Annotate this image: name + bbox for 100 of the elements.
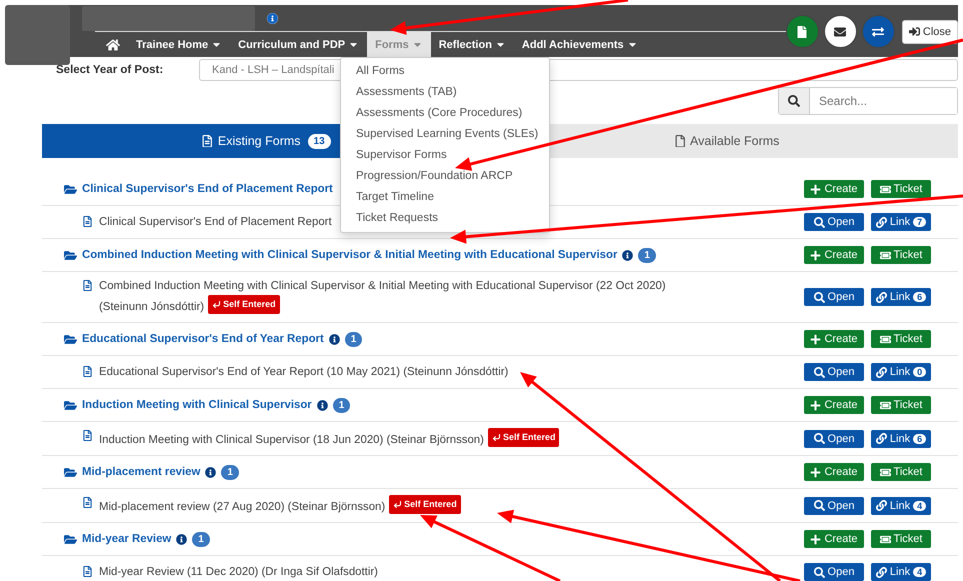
create-button[interactable]: Create bbox=[804, 180, 864, 198]
count-badge: 13 bbox=[308, 134, 331, 148]
info-icon[interactable] bbox=[205, 466, 216, 478]
link-button[interactable]: Link 0 bbox=[871, 363, 931, 381]
search-field[interactable]: Search... bbox=[778, 87, 958, 115]
link-button[interactable]: Link 4 bbox=[871, 563, 931, 581]
count-badge: 6 bbox=[913, 292, 926, 302]
self-entered-badge: Self Entered bbox=[488, 428, 560, 447]
search-icon bbox=[814, 566, 825, 578]
info-icon[interactable] bbox=[622, 250, 634, 260]
form-group-title[interactable]: Mid-placement review bbox=[82, 466, 200, 478]
file-icon bbox=[82, 216, 93, 226]
count-badge: 1 bbox=[221, 464, 239, 480]
form-group-title[interactable]: Educational Supervisor's End of Year Report bbox=[82, 333, 324, 345]
info-icon[interactable] bbox=[328, 334, 340, 344]
file-icon bbox=[674, 134, 686, 148]
menu-item[interactable]: Ticket Requests bbox=[341, 208, 549, 229]
form-group-title[interactable]: Mid-year Review bbox=[82, 533, 172, 545]
form-entry: Educational Supervisor's End of Year Report (10 May 2021) (Steinunn Jónsdóttir) bbox=[99, 364, 508, 380]
link-icon bbox=[876, 366, 887, 378]
menu-item[interactable]: Assessments (TAB) bbox=[341, 82, 549, 103]
info-icon[interactable] bbox=[176, 534, 188, 544]
plus-icon bbox=[810, 534, 822, 544]
open-button[interactable]: Open bbox=[804, 496, 864, 514]
document-icon[interactable] bbox=[786, 15, 819, 48]
count-badge: 1 bbox=[638, 248, 656, 262]
open-button[interactable]: Open bbox=[804, 430, 864, 448]
form-group-title[interactable]: Combined Induction Meeting with Clinical Supervisor & Initial Meeting with Educational Supervisor bbox=[82, 249, 618, 261]
search-icon bbox=[814, 500, 825, 511]
ticket-button[interactable]: Ticket bbox=[871, 330, 931, 348]
create-button[interactable]: Create bbox=[804, 330, 864, 348]
link-button[interactable]: Link 7 bbox=[871, 213, 931, 231]
link-icon bbox=[876, 216, 887, 228]
form-group-title[interactable]: Clinical Supervisor's End of Placement Report bbox=[82, 183, 333, 195]
menu-item[interactable]: Progression/Foundation ARCP bbox=[341, 166, 549, 187]
envelope-icon[interactable] bbox=[824, 15, 857, 48]
count-badge: 0 bbox=[913, 367, 926, 377]
count-badge: 1 bbox=[192, 532, 210, 546]
count-badge: 4 bbox=[913, 500, 926, 510]
info-icon[interactable] bbox=[267, 12, 278, 24]
nav-menu-item[interactable]: Trainee Home bbox=[128, 32, 230, 57]
info-icon[interactable] bbox=[316, 400, 328, 410]
open-button[interactable]: Open bbox=[804, 563, 864, 581]
ticket-icon bbox=[880, 250, 891, 260]
menu-item[interactable]: Target Timeline bbox=[341, 187, 549, 208]
search-icon bbox=[814, 433, 825, 444]
ticket-button[interactable]: Ticket bbox=[871, 530, 931, 548]
count-badge: 1 bbox=[332, 398, 350, 412]
create-button[interactable]: Create bbox=[804, 246, 864, 264]
create-button[interactable]: Create bbox=[804, 396, 864, 414]
link-button[interactable]: Link 6 bbox=[871, 430, 931, 448]
form-entry: Mid-year Review (11 Dec 2020) (Dr Inga Sif Olafsdottir) bbox=[99, 564, 378, 580]
self-entered-badge: Self Entered bbox=[208, 295, 280, 314]
link-icon bbox=[876, 566, 887, 578]
nav-menu-item[interactable]: Curriculum and PDP bbox=[230, 32, 368, 57]
tab[interactable]: Available Forms bbox=[547, 124, 958, 158]
exchange-icon[interactable] bbox=[862, 15, 895, 48]
form-entry: Mid-placement review (27 Aug 2020) (Steinar Björnsson) Self Entered bbox=[99, 495, 461, 516]
open-button[interactable]: Open bbox=[804, 288, 864, 306]
file-icon bbox=[82, 366, 93, 376]
ticket-icon bbox=[880, 466, 891, 478]
folder-icon bbox=[64, 398, 77, 412]
link-icon bbox=[876, 292, 887, 302]
plus-icon bbox=[810, 250, 822, 260]
link-button[interactable]: Link 6 bbox=[871, 288, 931, 306]
ticket-button[interactable]: Ticket bbox=[871, 180, 931, 198]
form-entry: Induction Meeting with Clinical Supervisor (18 Jun 2020) (Steinar Björnsson) Self Entered bbox=[99, 428, 560, 449]
ticket-button[interactable]: Ticket bbox=[871, 463, 931, 481]
menu-item[interactable]: Supervised Learning Events (SLEs) bbox=[341, 124, 549, 145]
close-button[interactable]: Close bbox=[902, 20, 958, 44]
menu-item[interactable]: Assessments (Core Procedures) bbox=[341, 103, 549, 124]
open-button[interactable]: Open bbox=[804, 363, 864, 381]
create-button[interactable]: Create bbox=[804, 463, 864, 481]
menu-item[interactable]: All Forms bbox=[341, 61, 549, 82]
ticket-icon bbox=[880, 334, 891, 344]
nav-menu-item[interactable]: Reflection bbox=[430, 32, 514, 57]
nav-menu-item[interactable]: Addl Achievements bbox=[514, 32, 646, 57]
folder-icon bbox=[64, 466, 77, 478]
file-icon bbox=[82, 430, 93, 441]
folder-icon bbox=[64, 248, 77, 262]
count-badge: 4 bbox=[913, 567, 926, 577]
form-entry: Combined Induction Meeting with Clinical Supervisor & Initial Meeting with Educational Supervisor (22 Oct 2020) (Steinunn Jónsdóttir) Self Entered bbox=[99, 279, 667, 316]
folder-icon bbox=[64, 182, 77, 196]
search-icon bbox=[814, 292, 825, 302]
open-button[interactable]: Open bbox=[804, 213, 864, 231]
link-icon bbox=[876, 433, 887, 444]
ticket-button[interactable]: Ticket bbox=[871, 396, 931, 414]
form-group-title[interactable]: Induction Meeting with Clinical Supervisor bbox=[82, 399, 312, 411]
ticket-icon bbox=[880, 534, 891, 544]
folder-icon bbox=[64, 532, 77, 546]
plus-icon bbox=[810, 334, 822, 344]
count-badge: 1 bbox=[344, 332, 362, 346]
link-button[interactable]: Link 4 bbox=[871, 496, 931, 514]
file-icon bbox=[82, 497, 93, 508]
ticket-button[interactable]: Ticket bbox=[871, 246, 931, 264]
plus-icon bbox=[810, 184, 822, 194]
form-entry: Clinical Supervisor's End of Placement Report bbox=[99, 214, 332, 230]
plus-icon bbox=[810, 466, 822, 478]
create-button[interactable]: Create bbox=[804, 530, 864, 548]
redaction-block bbox=[5, 5, 70, 65]
